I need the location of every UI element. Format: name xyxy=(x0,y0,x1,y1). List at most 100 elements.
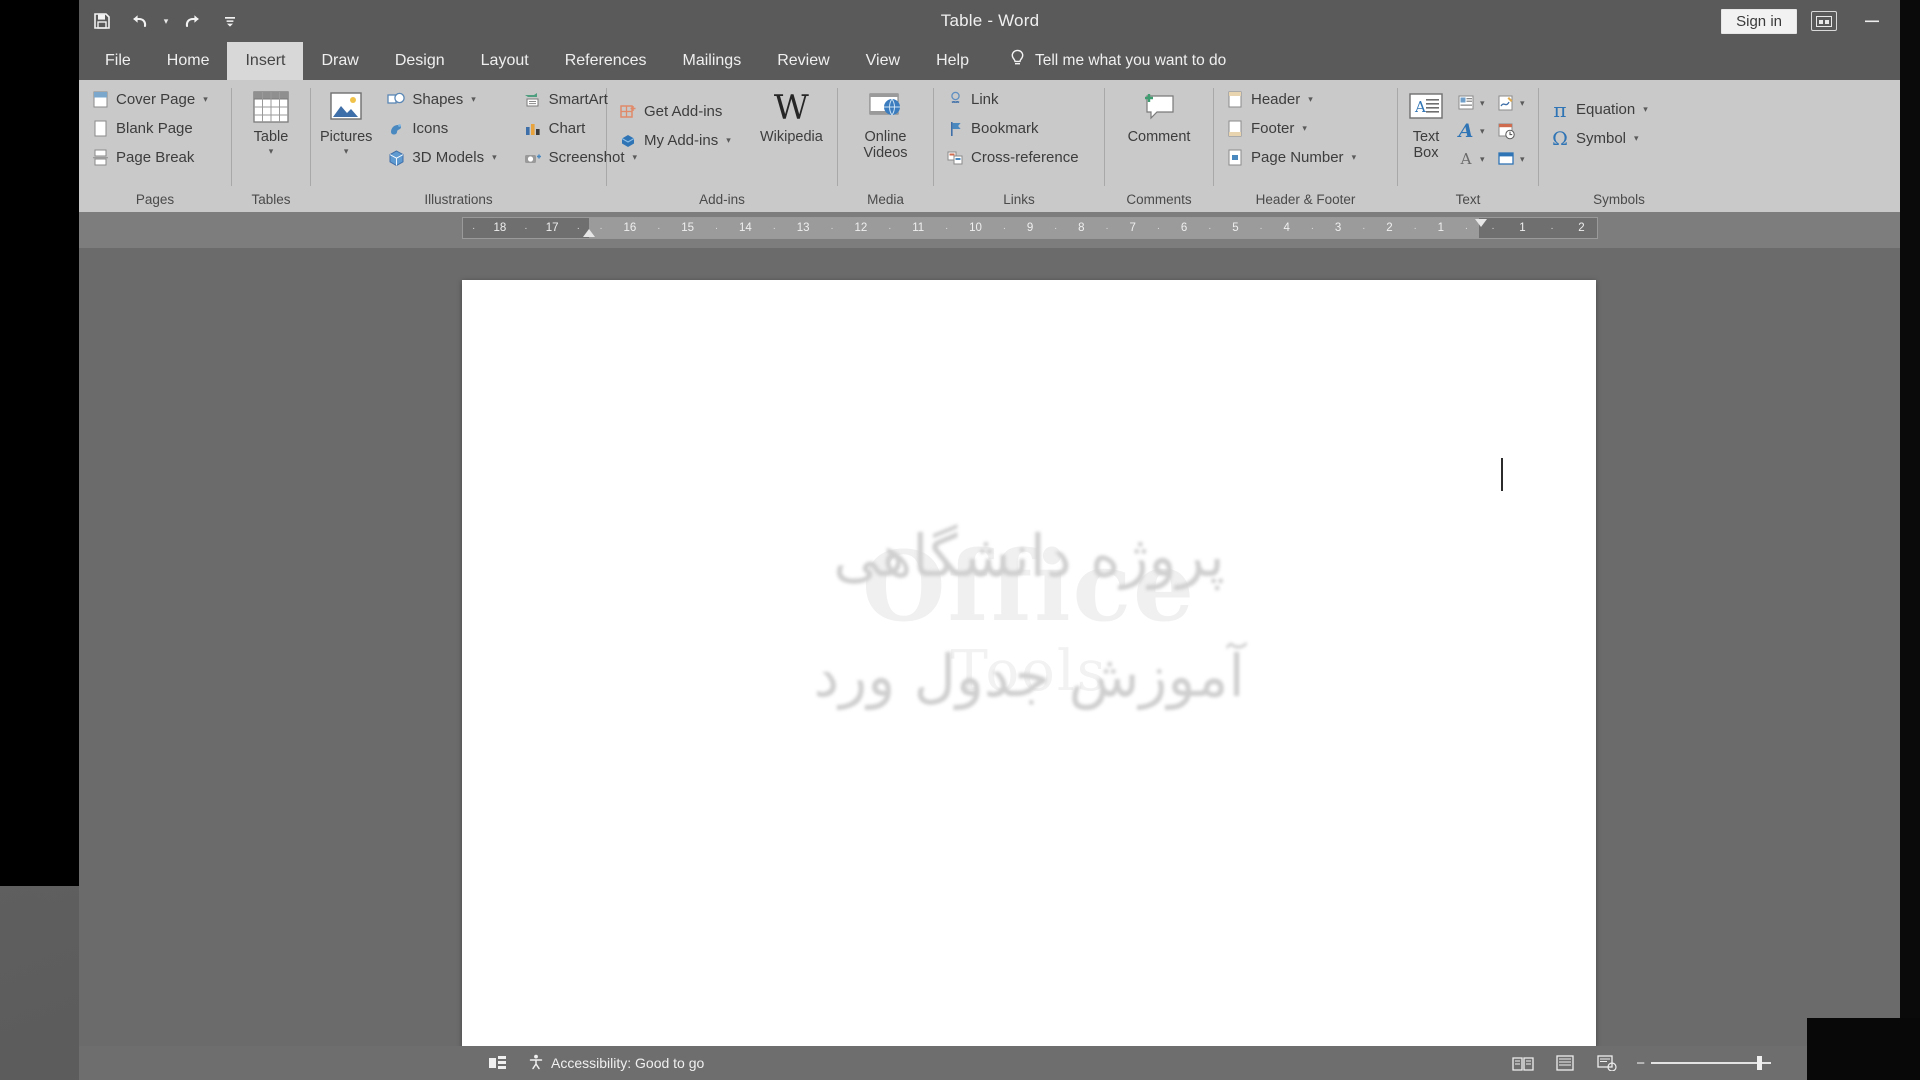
page-layout-icon[interactable] xyxy=(489,1056,506,1070)
wordart-icon[interactable]: A xyxy=(1453,118,1479,144)
group-label-tables: Tables xyxy=(251,192,291,207)
print-layout-icon[interactable] xyxy=(1552,1053,1578,1073)
ruler-minor-tick: · xyxy=(1002,222,1007,234)
chevron-down-icon[interactable]: ▾ xyxy=(1352,152,1357,163)
ribbon-display-options-icon[interactable] xyxy=(1811,11,1837,31)
ribbon-group-illustrations: Pictures ▾ Shapes ▾ Icons 3D Models ▾ Sm… xyxy=(311,80,637,212)
left-indent-marker[interactable] xyxy=(583,229,595,237)
smartart-label: SmartArt xyxy=(548,91,608,108)
ruler-tick: 3 xyxy=(1334,222,1342,234)
tell-me-search[interactable]: Tell me what you want to do xyxy=(987,42,1236,80)
chevron-down-icon[interactable]: ▾ xyxy=(269,146,274,157)
insert-pictures-button[interactable]: Pictures ▾ xyxy=(320,86,372,156)
customize-quick-access-toolbar-icon[interactable] xyxy=(211,4,249,38)
bookmark-label: Bookmark xyxy=(971,120,1039,137)
insert-table-button[interactable]: Table ▾ xyxy=(241,86,301,156)
chevron-down-icon[interactable]: ▾ xyxy=(1520,154,1532,165)
link-button[interactable]: Link xyxy=(943,86,1085,113)
read-mode-icon[interactable] xyxy=(1510,1053,1536,1073)
document-page[interactable]: Office Tools پروژه دانشگاهی آموزش جدول و… xyxy=(462,280,1596,1080)
ruler-tick: 5 xyxy=(1232,222,1239,234)
date-and-time-icon[interactable] xyxy=(1493,118,1519,144)
equation-button[interactable]: π Equation ▾ xyxy=(1548,96,1654,123)
quick-parts-icon[interactable] xyxy=(1453,90,1479,116)
text-box-button[interactable]: A Text Box xyxy=(1407,86,1445,161)
chevron-down-icon[interactable]: ▾ xyxy=(1643,104,1648,115)
chevron-down-icon[interactable]: ▾ xyxy=(203,94,208,105)
chevron-down-icon[interactable]: ▾ xyxy=(344,146,349,157)
shapes-label: Shapes xyxy=(412,91,464,108)
page-number-button[interactable]: Page Number ▾ xyxy=(1223,144,1362,171)
icons-label: Icons xyxy=(412,120,449,137)
horizontal-ruler[interactable]: · 18 · 17 · · 16 · 15 · 14 · 13 · 12 · 11 · 10 · 9 · 8 · 7 · 6 · 5 ·… xyxy=(462,217,1598,239)
tab-home[interactable]: Home xyxy=(149,42,228,80)
tab-draw[interactable]: Draw xyxy=(303,42,376,80)
tab-references[interactable]: References xyxy=(547,42,665,80)
undo-icon[interactable] xyxy=(121,4,159,38)
signature-line-icon[interactable] xyxy=(1493,90,1519,116)
sign-in-button[interactable]: Sign in xyxy=(1721,8,1797,34)
zoom-thumb[interactable] xyxy=(1757,1056,1762,1070)
ruler-tick: 11 xyxy=(912,222,925,234)
tab-layout[interactable]: Layout xyxy=(463,42,547,80)
icons-button[interactable]: Icons xyxy=(384,115,502,142)
undo-dropdown-icon[interactable]: ▾ xyxy=(159,4,173,38)
save-icon[interactable] xyxy=(83,4,121,38)
status-bar: Accessibility: Good to go − xyxy=(79,1046,1901,1080)
chevron-down-icon[interactable]: ▾ xyxy=(471,94,476,105)
object-icon[interactable] xyxy=(1493,146,1519,172)
blank-page-button[interactable]: Blank Page xyxy=(88,115,214,142)
tab-view[interactable]: View xyxy=(848,42,918,80)
right-indent-marker[interactable] xyxy=(1475,219,1487,227)
header-button[interactable]: Header ▾ xyxy=(1223,86,1362,113)
new-comment-button[interactable]: Comment xyxy=(1114,86,1204,146)
tab-file[interactable]: File xyxy=(87,42,149,80)
chevron-down-icon[interactable]: ▾ xyxy=(492,152,497,163)
group-label-pages: Pages xyxy=(135,192,175,207)
zoom-out-button[interactable]: − xyxy=(1636,1055,1645,1072)
ruler-minor-tick: · xyxy=(888,222,892,234)
zoom-slider[interactable]: − xyxy=(1636,1055,1771,1072)
chart-label: Chart xyxy=(548,120,586,137)
cover-page-button[interactable]: Cover Page ▾ xyxy=(88,86,214,113)
tab-design[interactable]: Design xyxy=(377,42,463,80)
screen-letterbox-right xyxy=(1900,0,1920,1080)
text-cursor xyxy=(1501,458,1503,491)
chevron-down-icon[interactable]: ▾ xyxy=(1308,94,1313,105)
tab-review[interactable]: Review xyxy=(759,42,847,80)
chevron-down-icon[interactable]: ▾ xyxy=(1634,133,1639,144)
tab-mailings[interactable]: Mailings xyxy=(665,42,760,80)
chevron-down-icon[interactable]: ▾ xyxy=(1480,154,1492,165)
symbol-button[interactable]: Ω Symbol ▾ xyxy=(1548,125,1654,152)
page-break-label: Page Break xyxy=(116,149,195,166)
cross-reference-button[interactable]: Cross-reference xyxy=(943,144,1085,171)
tab-insert[interactable]: Insert xyxy=(227,42,304,80)
chevron-down-icon[interactable]: ▾ xyxy=(1302,123,1307,134)
shapes-button[interactable]: Shapes ▾ xyxy=(384,86,502,113)
zoom-track[interactable] xyxy=(1651,1056,1771,1070)
footer-button[interactable]: Footer ▾ xyxy=(1223,115,1362,142)
shapes-icon xyxy=(386,90,406,110)
chevron-down-icon[interactable]: ▾ xyxy=(1480,126,1492,137)
online-videos-button[interactable]: Online Videos xyxy=(847,86,924,161)
screen-letterbox-left xyxy=(0,0,79,886)
get-add-ins-button[interactable]: Get Add-ins xyxy=(616,98,737,125)
ribbon-tab-strip: File Home Insert Draw Design Layout Refe… xyxy=(79,42,1901,80)
bookmark-button[interactable]: Bookmark xyxy=(943,115,1085,142)
accessibility-status[interactable]: Accessibility: Good to go xyxy=(528,1054,704,1073)
redo-icon[interactable] xyxy=(173,4,211,38)
tab-help[interactable]: Help xyxy=(918,42,987,80)
chevron-down-icon[interactable]: ▾ xyxy=(1480,98,1492,109)
page-number-icon xyxy=(1225,148,1245,168)
group-label-symbols: Symbols xyxy=(1593,192,1645,207)
chevron-down-icon[interactable]: ▾ xyxy=(726,135,731,146)
my-add-ins-button[interactable]: My Add-ins ▾ xyxy=(616,127,737,154)
page-break-button[interactable]: Page Break xyxy=(88,144,214,171)
drop-cap-icon[interactable]: A xyxy=(1453,146,1479,172)
3d-models-button[interactable]: 3D Models ▾ xyxy=(384,144,502,171)
wikipedia-button[interactable]: W Wikipedia xyxy=(755,86,828,146)
chevron-down-icon[interactable]: ▾ xyxy=(1520,98,1532,109)
minimize-icon[interactable] xyxy=(1851,0,1893,42)
web-layout-icon[interactable] xyxy=(1594,1053,1620,1073)
ruler-minor-tick: · xyxy=(1054,222,1058,234)
